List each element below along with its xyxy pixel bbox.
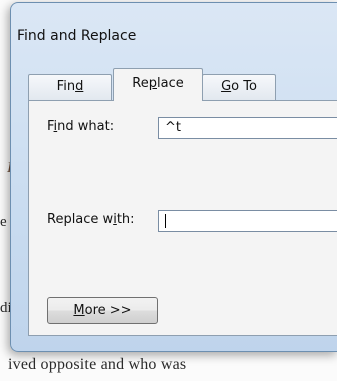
tab-find[interactable]: Find <box>28 74 112 100</box>
replace-with-label-post: th: <box>116 212 135 227</box>
tab-replace[interactable]: Replace <box>113 68 203 101</box>
document-bottom-line: ived opposite and who was <box>8 356 187 373</box>
more-button-accel: M <box>73 303 85 318</box>
dialog-title: Find and Replace <box>17 28 137 44</box>
tab-find-label-pre: Fin <box>56 79 76 94</box>
tab-goto-label-post: o To <box>231 79 257 94</box>
find-what-input[interactable]: ^t <box>158 117 337 139</box>
find-what-label-post: nd what: <box>57 119 115 134</box>
replace-with-label-pre: Replace w <box>47 212 114 227</box>
text-caret <box>165 213 166 228</box>
tab-replace-accel: p <box>148 76 157 91</box>
find-what-value: ^t <box>165 120 181 135</box>
tab-replace-label-post: lace <box>156 76 184 91</box>
tab-goto-accel: G <box>221 79 232 94</box>
replace-with-input[interactable] <box>158 210 337 232</box>
more-button-post: ore >> <box>84 303 132 318</box>
tab-replace-label-pre: Re <box>132 76 149 91</box>
tab-find-accel: d <box>75 79 84 94</box>
find-what-label: Find what: <box>47 119 114 134</box>
replace-with-label: Replace with: <box>47 212 135 227</box>
tab-goto[interactable]: Go To <box>202 74 276 100</box>
document-fragment: e <box>0 214 7 230</box>
more-button[interactable]: More >> <box>47 297 158 324</box>
